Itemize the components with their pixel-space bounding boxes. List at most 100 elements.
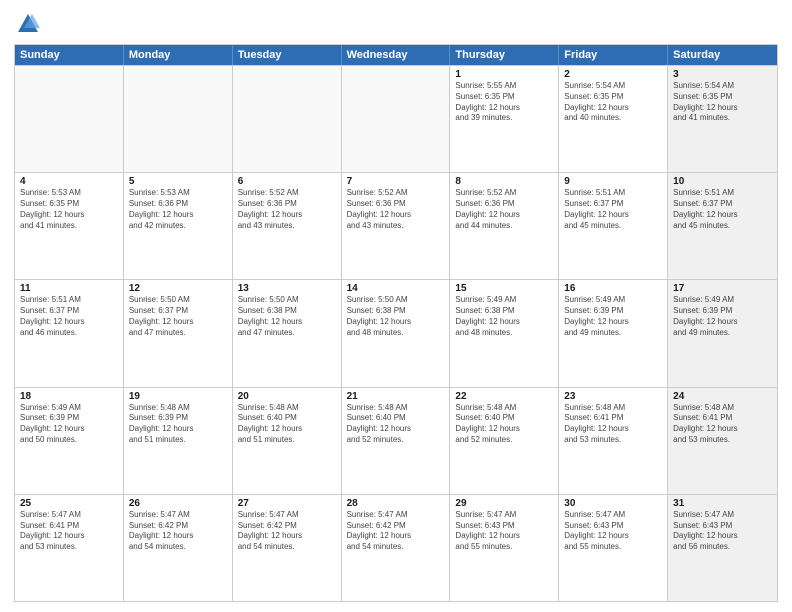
logo (14, 10, 46, 38)
page: SundayMondayTuesdayWednesdayThursdayFrid… (0, 0, 792, 612)
day-info: Sunrise: 5:47 AM Sunset: 6:43 PM Dayligh… (564, 510, 662, 553)
cal-cell-26: 26Sunrise: 5:47 AM Sunset: 6:42 PM Dayli… (124, 495, 233, 601)
header-day-sunday: Sunday (15, 45, 124, 65)
day-info: Sunrise: 5:53 AM Sunset: 6:36 PM Dayligh… (129, 188, 227, 231)
day-number: 2 (564, 69, 662, 80)
day-number: 28 (347, 498, 445, 509)
cal-cell-5: 5Sunrise: 5:53 AM Sunset: 6:36 PM Daylig… (124, 173, 233, 279)
day-number: 13 (238, 283, 336, 294)
cal-cell-1: 1Sunrise: 5:55 AM Sunset: 6:35 PM Daylig… (450, 66, 559, 172)
calendar-row-2: 11Sunrise: 5:51 AM Sunset: 6:37 PM Dayli… (15, 279, 777, 386)
day-info: Sunrise: 5:47 AM Sunset: 6:42 PM Dayligh… (238, 510, 336, 553)
day-info: Sunrise: 5:52 AM Sunset: 6:36 PM Dayligh… (455, 188, 553, 231)
day-info: Sunrise: 5:51 AM Sunset: 6:37 PM Dayligh… (20, 295, 118, 338)
cal-cell-30: 30Sunrise: 5:47 AM Sunset: 6:43 PM Dayli… (559, 495, 668, 601)
cal-cell-empty-0-0 (15, 66, 124, 172)
day-info: Sunrise: 5:54 AM Sunset: 6:35 PM Dayligh… (564, 81, 662, 124)
cal-cell-17: 17Sunrise: 5:49 AM Sunset: 6:39 PM Dayli… (668, 280, 777, 386)
header-day-monday: Monday (124, 45, 233, 65)
cal-cell-3: 3Sunrise: 5:54 AM Sunset: 6:35 PM Daylig… (668, 66, 777, 172)
header-day-thursday: Thursday (450, 45, 559, 65)
day-info: Sunrise: 5:47 AM Sunset: 6:43 PM Dayligh… (455, 510, 553, 553)
cal-cell-12: 12Sunrise: 5:50 AM Sunset: 6:37 PM Dayli… (124, 280, 233, 386)
day-info: Sunrise: 5:47 AM Sunset: 6:43 PM Dayligh… (673, 510, 772, 553)
day-info: Sunrise: 5:50 AM Sunset: 6:37 PM Dayligh… (129, 295, 227, 338)
cal-cell-18: 18Sunrise: 5:49 AM Sunset: 6:39 PM Dayli… (15, 388, 124, 494)
day-number: 21 (347, 391, 445, 402)
cal-cell-19: 19Sunrise: 5:48 AM Sunset: 6:39 PM Dayli… (124, 388, 233, 494)
cal-cell-empty-0-1 (124, 66, 233, 172)
calendar-body: 1Sunrise: 5:55 AM Sunset: 6:35 PM Daylig… (15, 65, 777, 601)
cal-cell-23: 23Sunrise: 5:48 AM Sunset: 6:41 PM Dayli… (559, 388, 668, 494)
cal-cell-22: 22Sunrise: 5:48 AM Sunset: 6:40 PM Dayli… (450, 388, 559, 494)
day-info: Sunrise: 5:49 AM Sunset: 6:39 PM Dayligh… (673, 295, 772, 338)
cal-cell-31: 31Sunrise: 5:47 AM Sunset: 6:43 PM Dayli… (668, 495, 777, 601)
day-info: Sunrise: 5:48 AM Sunset: 6:40 PM Dayligh… (238, 403, 336, 446)
day-number: 1 (455, 69, 553, 80)
day-number: 6 (238, 176, 336, 187)
day-info: Sunrise: 5:48 AM Sunset: 6:39 PM Dayligh… (129, 403, 227, 446)
day-number: 31 (673, 498, 772, 509)
day-info: Sunrise: 5:50 AM Sunset: 6:38 PM Dayligh… (347, 295, 445, 338)
day-info: Sunrise: 5:47 AM Sunset: 6:41 PM Dayligh… (20, 510, 118, 553)
calendar-row-3: 18Sunrise: 5:49 AM Sunset: 6:39 PM Dayli… (15, 387, 777, 494)
day-info: Sunrise: 5:48 AM Sunset: 6:41 PM Dayligh… (673, 403, 772, 446)
day-info: Sunrise: 5:49 AM Sunset: 6:39 PM Dayligh… (20, 403, 118, 446)
day-info: Sunrise: 5:52 AM Sunset: 6:36 PM Dayligh… (347, 188, 445, 231)
cal-cell-11: 11Sunrise: 5:51 AM Sunset: 6:37 PM Dayli… (15, 280, 124, 386)
day-info: Sunrise: 5:47 AM Sunset: 6:42 PM Dayligh… (347, 510, 445, 553)
cal-cell-29: 29Sunrise: 5:47 AM Sunset: 6:43 PM Dayli… (450, 495, 559, 601)
day-info: Sunrise: 5:55 AM Sunset: 6:35 PM Dayligh… (455, 81, 553, 124)
cal-cell-8: 8Sunrise: 5:52 AM Sunset: 6:36 PM Daylig… (450, 173, 559, 279)
day-info: Sunrise: 5:51 AM Sunset: 6:37 PM Dayligh… (673, 188, 772, 231)
cal-cell-25: 25Sunrise: 5:47 AM Sunset: 6:41 PM Dayli… (15, 495, 124, 601)
day-number: 14 (347, 283, 445, 294)
cal-cell-15: 15Sunrise: 5:49 AM Sunset: 6:38 PM Dayli… (450, 280, 559, 386)
cal-cell-10: 10Sunrise: 5:51 AM Sunset: 6:37 PM Dayli… (668, 173, 777, 279)
cal-cell-14: 14Sunrise: 5:50 AM Sunset: 6:38 PM Dayli… (342, 280, 451, 386)
day-number: 30 (564, 498, 662, 509)
day-number: 4 (20, 176, 118, 187)
day-number: 16 (564, 283, 662, 294)
header-day-friday: Friday (559, 45, 668, 65)
header-day-saturday: Saturday (668, 45, 777, 65)
header-day-tuesday: Tuesday (233, 45, 342, 65)
day-number: 19 (129, 391, 227, 402)
calendar-row-1: 4Sunrise: 5:53 AM Sunset: 6:35 PM Daylig… (15, 172, 777, 279)
day-number: 10 (673, 176, 772, 187)
cal-cell-7: 7Sunrise: 5:52 AM Sunset: 6:36 PM Daylig… (342, 173, 451, 279)
day-info: Sunrise: 5:48 AM Sunset: 6:40 PM Dayligh… (347, 403, 445, 446)
day-number: 22 (455, 391, 553, 402)
day-number: 18 (20, 391, 118, 402)
cal-cell-20: 20Sunrise: 5:48 AM Sunset: 6:40 PM Dayli… (233, 388, 342, 494)
day-number: 8 (455, 176, 553, 187)
day-info: Sunrise: 5:53 AM Sunset: 6:35 PM Dayligh… (20, 188, 118, 231)
day-info: Sunrise: 5:47 AM Sunset: 6:42 PM Dayligh… (129, 510, 227, 553)
day-info: Sunrise: 5:49 AM Sunset: 6:39 PM Dayligh… (564, 295, 662, 338)
cal-cell-27: 27Sunrise: 5:47 AM Sunset: 6:42 PM Dayli… (233, 495, 342, 601)
cal-cell-21: 21Sunrise: 5:48 AM Sunset: 6:40 PM Dayli… (342, 388, 451, 494)
cal-cell-empty-0-2 (233, 66, 342, 172)
header (14, 10, 778, 38)
day-number: 20 (238, 391, 336, 402)
header-day-wednesday: Wednesday (342, 45, 451, 65)
day-number: 29 (455, 498, 553, 509)
day-number: 23 (564, 391, 662, 402)
cal-cell-2: 2Sunrise: 5:54 AM Sunset: 6:35 PM Daylig… (559, 66, 668, 172)
day-info: Sunrise: 5:50 AM Sunset: 6:38 PM Dayligh… (238, 295, 336, 338)
cal-cell-9: 9Sunrise: 5:51 AM Sunset: 6:37 PM Daylig… (559, 173, 668, 279)
cal-cell-empty-0-3 (342, 66, 451, 172)
calendar-row-4: 25Sunrise: 5:47 AM Sunset: 6:41 PM Dayli… (15, 494, 777, 601)
day-number: 7 (347, 176, 445, 187)
day-number: 9 (564, 176, 662, 187)
calendar-header: SundayMondayTuesdayWednesdayThursdayFrid… (15, 45, 777, 65)
cal-cell-16: 16Sunrise: 5:49 AM Sunset: 6:39 PM Dayli… (559, 280, 668, 386)
calendar: SundayMondayTuesdayWednesdayThursdayFrid… (14, 44, 778, 602)
day-info: Sunrise: 5:52 AM Sunset: 6:36 PM Dayligh… (238, 188, 336, 231)
day-number: 26 (129, 498, 227, 509)
day-number: 11 (20, 283, 118, 294)
cal-cell-28: 28Sunrise: 5:47 AM Sunset: 6:42 PM Dayli… (342, 495, 451, 601)
day-number: 15 (455, 283, 553, 294)
cal-cell-4: 4Sunrise: 5:53 AM Sunset: 6:35 PM Daylig… (15, 173, 124, 279)
cal-cell-13: 13Sunrise: 5:50 AM Sunset: 6:38 PM Dayli… (233, 280, 342, 386)
